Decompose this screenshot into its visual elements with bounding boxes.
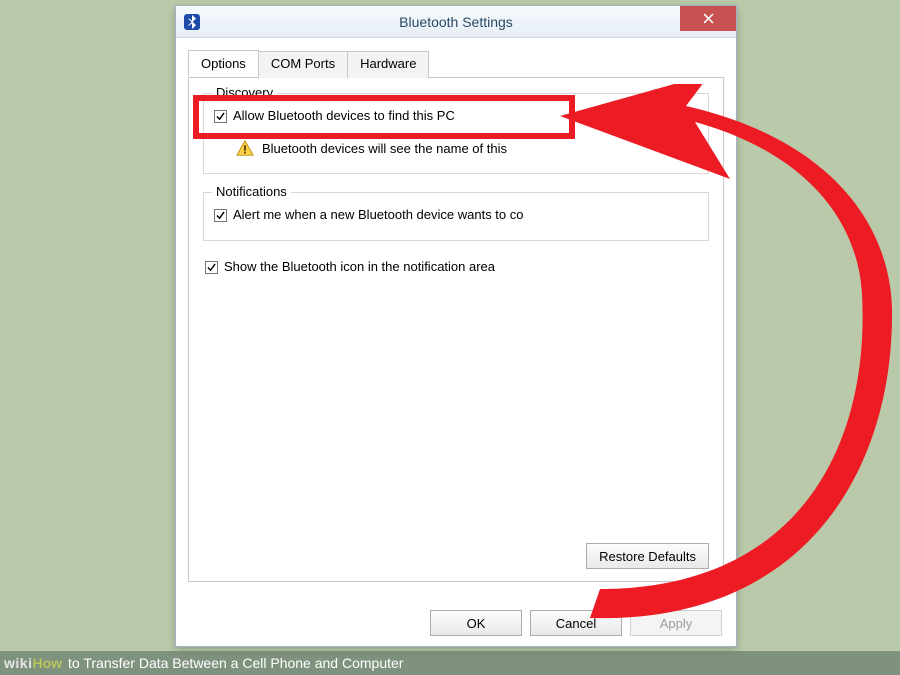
group-notifications: Notifications Alert me when a new Blueto… bbox=[203, 192, 709, 241]
checkbox-show-tray-icon[interactable]: Show the Bluetooth icon in the notificat… bbox=[205, 259, 709, 274]
apply-button[interactable]: Apply bbox=[630, 610, 722, 636]
checkbox-icon bbox=[214, 209, 227, 222]
caption-brand-suf: How bbox=[32, 655, 62, 671]
close-button[interactable] bbox=[680, 6, 736, 31]
checkbox-label: Allow Bluetooth devices to find this PC bbox=[233, 108, 455, 123]
restore-defaults-button[interactable]: Restore Defaults bbox=[586, 543, 709, 569]
caption-text: to Transfer Data Between a Cell Phone an… bbox=[68, 655, 403, 671]
checkbox-allow-find-pc[interactable]: Allow Bluetooth devices to find this PC bbox=[214, 108, 698, 123]
ok-button[interactable]: OK bbox=[430, 610, 522, 636]
titlebar[interactable]: Bluetooth Settings bbox=[176, 6, 736, 38]
group-notifications-legend: Notifications bbox=[212, 184, 291, 199]
close-icon bbox=[703, 13, 714, 24]
group-discovery-legend: Discovery bbox=[212, 85, 277, 100]
cancel-button[interactable]: Cancel bbox=[530, 610, 622, 636]
checkbox-icon bbox=[214, 110, 227, 123]
tab-panel-options: Discovery Allow Bluetooth devices to fin… bbox=[188, 77, 724, 582]
checkbox-label: Show the Bluetooth icon in the notificat… bbox=[224, 259, 495, 274]
caption-bar: wikiHow to Transfer Data Between a Cell … bbox=[0, 651, 900, 675]
warning-icon bbox=[236, 139, 254, 157]
tab-strip: Options COM Ports Hardware bbox=[188, 50, 724, 78]
tab-options[interactable]: Options bbox=[188, 50, 259, 77]
window-title: Bluetooth Settings bbox=[176, 14, 736, 30]
bluetooth-icon bbox=[184, 14, 200, 30]
checkbox-icon bbox=[205, 261, 218, 274]
tab-hardware[interactable]: Hardware bbox=[347, 51, 429, 78]
group-discovery: Discovery Allow Bluetooth devices to fin… bbox=[203, 93, 709, 174]
dialog-buttons: OK Cancel Apply bbox=[430, 610, 722, 636]
discovery-warning-row: Bluetooth devices will see the name of t… bbox=[236, 139, 698, 157]
tab-com-ports[interactable]: COM Ports bbox=[258, 51, 348, 78]
checkbox-label: Alert me when a new Bluetooth device wan… bbox=[233, 207, 524, 222]
bluetooth-settings-window: Bluetooth Settings Options COM Ports Har… bbox=[175, 5, 737, 647]
checkbox-alert-new-device[interactable]: Alert me when a new Bluetooth device wan… bbox=[214, 207, 698, 222]
caption-brand-pre: wiki bbox=[4, 655, 32, 671]
discovery-warning-text: Bluetooth devices will see the name of t… bbox=[262, 141, 507, 156]
restore-defaults-area: Restore Defaults bbox=[586, 543, 709, 569]
client-area: Options COM Ports Hardware Discovery All… bbox=[176, 38, 736, 592]
